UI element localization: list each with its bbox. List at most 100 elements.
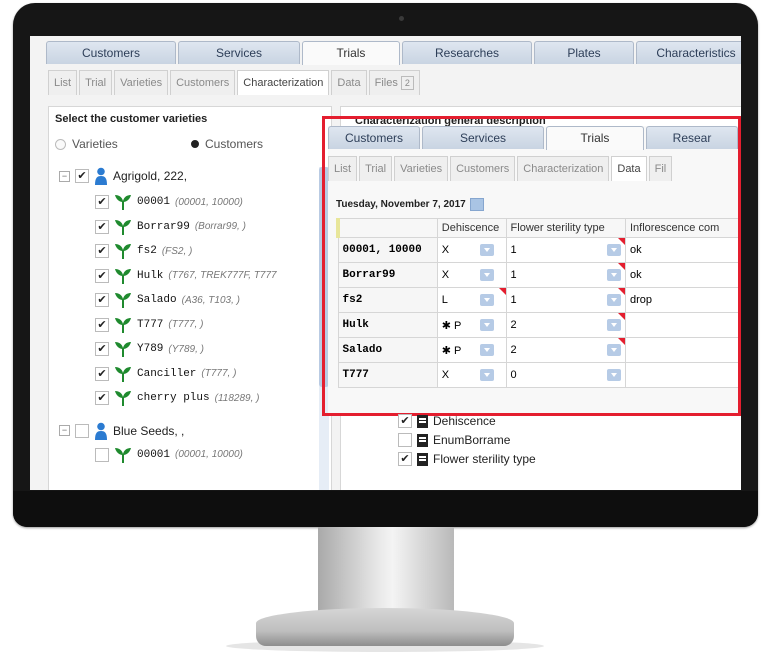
subtab-customers-label: Customers	[176, 77, 230, 89]
radio-varieties[interactable]: Varieties	[55, 137, 118, 151]
variety-checkbox[interactable]	[95, 219, 109, 234]
variety-checkbox[interactable]	[95, 244, 109, 258]
subtab-varieties[interactable]: Varieties	[114, 70, 169, 95]
subtab-data[interactable]: Data	[331, 70, 367, 95]
characteristic-item[interactable]: Dehiscence	[398, 412, 496, 430]
variety-item[interactable]: Canciller (T777, )	[95, 363, 236, 385]
expand-toggle-icon[interactable]: −	[59, 425, 70, 436]
variety-detail: (T777, )	[201, 368, 237, 379]
characteristic-item[interactable]: Flower sterility type	[398, 450, 536, 468]
customer-group[interactable]: − Agrigold, 222,	[59, 165, 187, 187]
variety-item[interactable]: fs2 (FS2, )	[95, 240, 192, 262]
variety-item[interactable]: Salado (A36, T103, )	[95, 289, 240, 311]
variety-checkbox[interactable]	[95, 317, 109, 332]
subtab-trial[interactable]: Trial	[79, 70, 113, 95]
subtab-varieties-label: Varieties	[120, 77, 163, 89]
tab-plates[interactable]: Plates	[534, 41, 634, 64]
subtab-data-label: Data	[337, 77, 361, 89]
group-checkbox[interactable]	[75, 169, 89, 183]
subtab-files[interactable]: Files 2	[368, 70, 420, 95]
variety-item[interactable]: T777 (T777, )	[95, 314, 203, 336]
monitor-stand-base	[256, 608, 514, 646]
variety-detail: (T767, TREK777F, T777	[168, 270, 277, 281]
characteristic-checkbox[interactable]	[398, 433, 412, 447]
main-tab-bar: Customers Services Trials Researches Plates C…	[46, 41, 741, 65]
variety-item[interactable]: cherry plus (118289, )	[95, 387, 259, 409]
variety-detail: (Y789, )	[168, 343, 204, 355]
app-screen: Customers Services Trials Researches Plates C…	[30, 36, 741, 490]
subtab-characterization-label: Characterization	[243, 77, 324, 89]
monitor-chin	[13, 491, 758, 527]
characteristic-icon	[417, 414, 428, 428]
characteristic-label: EnumBorrame	[433, 433, 511, 447]
variety-name: 00001	[137, 448, 171, 461]
radio-customers[interactable]: Customers	[191, 137, 263, 151]
group-checkbox[interactable]	[75, 423, 89, 438]
characteristic-icon	[417, 452, 428, 466]
highlight-frame	[322, 116, 741, 416]
variety-name: Hulk	[137, 269, 164, 282]
variety-detail: (Borrar99, )	[194, 221, 246, 232]
variety-checkbox[interactable]	[95, 293, 109, 307]
expand-toggle-icon[interactable]: −	[59, 170, 70, 182]
characteristic-checkbox[interactable]	[398, 414, 412, 428]
monitor-stand-neck	[318, 527, 454, 611]
variety-name: T777	[137, 318, 164, 331]
plant-icon	[115, 342, 131, 357]
customer-group[interactable]: − Blue Seeds, ,	[59, 420, 184, 442]
trial-sub-tab-bar: List Trial Varieties Customers Characterizat…	[48, 70, 420, 96]
characteristic-checkbox[interactable]	[398, 452, 412, 466]
files-count-badge: 2	[400, 76, 414, 90]
radio-off-icon	[55, 138, 66, 150]
tab-researches[interactable]: Researches	[402, 41, 532, 64]
variety-name: Y789	[137, 343, 164, 355]
variety-detail: (00001, 10000)	[175, 449, 243, 460]
variety-item[interactable]: Hulk (T767, TREK777F, T777	[95, 265, 277, 287]
variety-item[interactable]: Y789 (Y789, )	[95, 338, 204, 360]
variety-item[interactable]: 00001 (00001, 10000)	[95, 191, 243, 213]
plant-icon	[115, 268, 131, 284]
variety-checkbox[interactable]	[95, 366, 109, 381]
variety-item[interactable]: Borrar99 (Borrar99, )	[95, 216, 246, 238]
plant-icon	[115, 366, 131, 382]
customer-icon	[95, 167, 107, 185]
subtab-list[interactable]: List	[48, 70, 78, 95]
plant-icon	[115, 219, 131, 235]
tab-services[interactable]: Services	[178, 41, 300, 64]
plant-icon	[115, 195, 131, 210]
variety-name: fs2	[137, 245, 157, 257]
plant-icon	[115, 391, 131, 406]
characteristic-item[interactable]: EnumBorrame	[398, 431, 510, 449]
variety-detail: (T777, )	[168, 319, 204, 330]
variety-item[interactable]: 00001 (00001, 10000)	[95, 444, 243, 466]
variety-detail: (A36, T103, )	[181, 294, 240, 306]
variety-checkbox[interactable]	[95, 195, 109, 209]
subtab-customers[interactable]: Customers	[170, 70, 236, 95]
tab-customers[interactable]: Customers	[46, 41, 176, 64]
subtab-characterization[interactable]: Characterization	[237, 70, 330, 95]
variety-name: cherry plus	[137, 392, 210, 404]
variety-name: Canciller	[137, 367, 197, 380]
customer-varieties-panel: Select the customer varieties Varieties …	[48, 106, 332, 490]
plant-icon	[115, 317, 131, 333]
subtab-list-label: List	[54, 77, 72, 89]
tab-characteristics[interactable]: Characteristics	[636, 41, 741, 64]
subtab-files-label: Files	[374, 77, 398, 89]
subtab-trial-label: Trial	[85, 77, 107, 89]
characteristic-label: Flower sterility type	[433, 452, 536, 466]
variety-detail: (FS2, )	[161, 245, 193, 257]
camera-dot	[399, 16, 404, 21]
variety-detail: (00001, 10000)	[175, 196, 243, 208]
variety-checkbox[interactable]	[95, 268, 109, 283]
variety-name: 00001	[137, 196, 171, 208]
panel-title: Select the customer varieties	[55, 113, 208, 125]
characteristic-icon	[417, 433, 428, 447]
variety-checkbox[interactable]	[95, 447, 109, 462]
group-name: Blue Seeds, ,	[113, 423, 185, 438]
plant-icon	[115, 293, 131, 308]
variety-checkbox[interactable]	[95, 342, 109, 356]
variety-checkbox[interactable]	[95, 391, 109, 405]
radio-on-icon	[191, 140, 199, 148]
plant-icon	[115, 244, 131, 259]
tab-trials[interactable]: Trials	[302, 41, 400, 65]
